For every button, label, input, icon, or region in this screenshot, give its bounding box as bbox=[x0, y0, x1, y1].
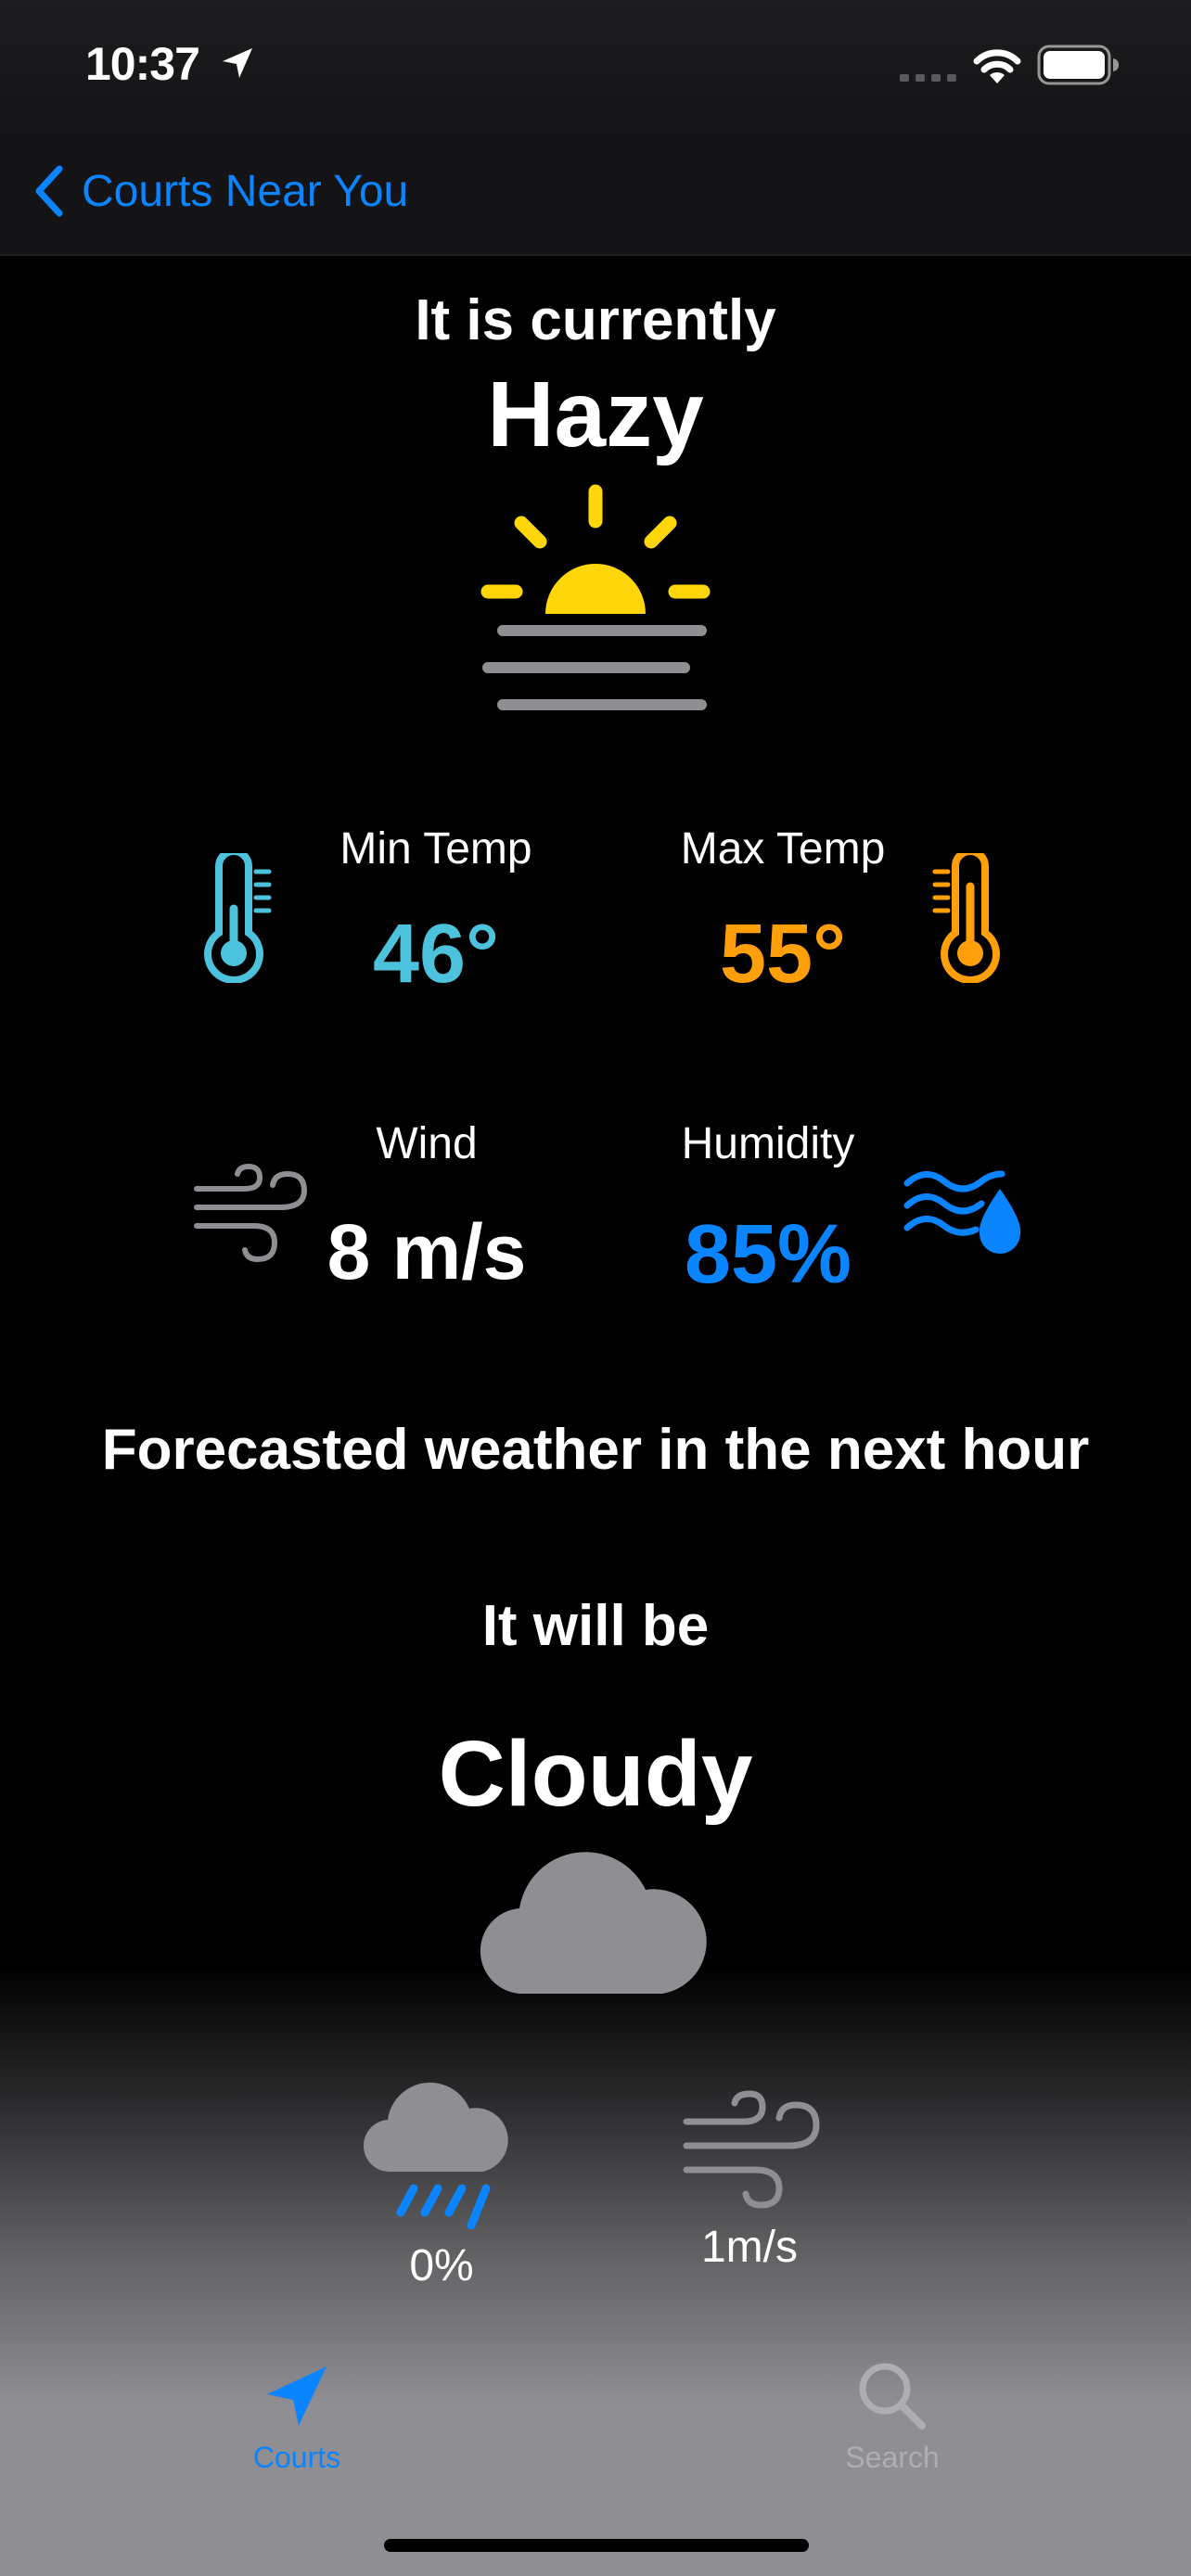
cloud-rain-icon bbox=[364, 2082, 508, 2229]
max-temp-label: Max Temp bbox=[680, 824, 886, 874]
forecast-title: Forecasted weather in the next hour bbox=[101, 1418, 1090, 1482]
wind-value: 8 m/s bbox=[327, 1208, 527, 1295]
status-bar: 10:37 bbox=[0, 0, 1191, 139]
cellular-signal-icon bbox=[900, 74, 956, 82]
humidity-drop-icon bbox=[903, 1170, 1021, 1254]
min-temp-label: Min Temp bbox=[339, 824, 532, 874]
current-intro: It is currently bbox=[415, 288, 776, 352]
sun-haze-icon bbox=[480, 484, 711, 710]
status-time: 10:37 bbox=[85, 38, 200, 90]
home-indicator[interactable] bbox=[384, 2539, 809, 2552]
location-services-icon bbox=[223, 48, 252, 78]
forecast-intro: It will be bbox=[481, 1594, 710, 1658]
bottom-gradient bbox=[0, 1966, 1191, 2576]
tab-search-label: Search bbox=[845, 2441, 940, 2474]
magnifying-glass-icon bbox=[859, 2363, 926, 2429]
max-temp-value: 55° bbox=[719, 908, 847, 1001]
back-button-label: Courts Near You bbox=[82, 166, 409, 216]
forecast-wind-value: 1m/s bbox=[700, 2223, 798, 2272]
forecast-precip-value: 0% bbox=[409, 2241, 474, 2290]
location-arrow-icon bbox=[267, 2366, 327, 2426]
thermometer-high-icon bbox=[932, 853, 1000, 983]
thermometer-low-icon bbox=[204, 853, 272, 983]
battery-icon bbox=[1037, 45, 1119, 85]
current-condition: Hazy bbox=[487, 363, 704, 466]
humidity-label: Humidity bbox=[681, 1119, 855, 1168]
cloud-icon bbox=[480, 1852, 707, 1994]
humidity-value: 85% bbox=[684, 1208, 852, 1301]
forecast-condition: Cloudy bbox=[438, 1722, 753, 1826]
chevron-left-icon bbox=[35, 165, 63, 217]
wind-label: Wind bbox=[376, 1119, 478, 1168]
tab-courts-label: Courts bbox=[252, 2441, 341, 2474]
min-temp-value: 46° bbox=[372, 908, 500, 1001]
forecast-wind-icon bbox=[683, 2090, 820, 2209]
wifi-icon bbox=[973, 49, 1021, 83]
back-button[interactable]: Courts Near You bbox=[32, 163, 408, 219]
